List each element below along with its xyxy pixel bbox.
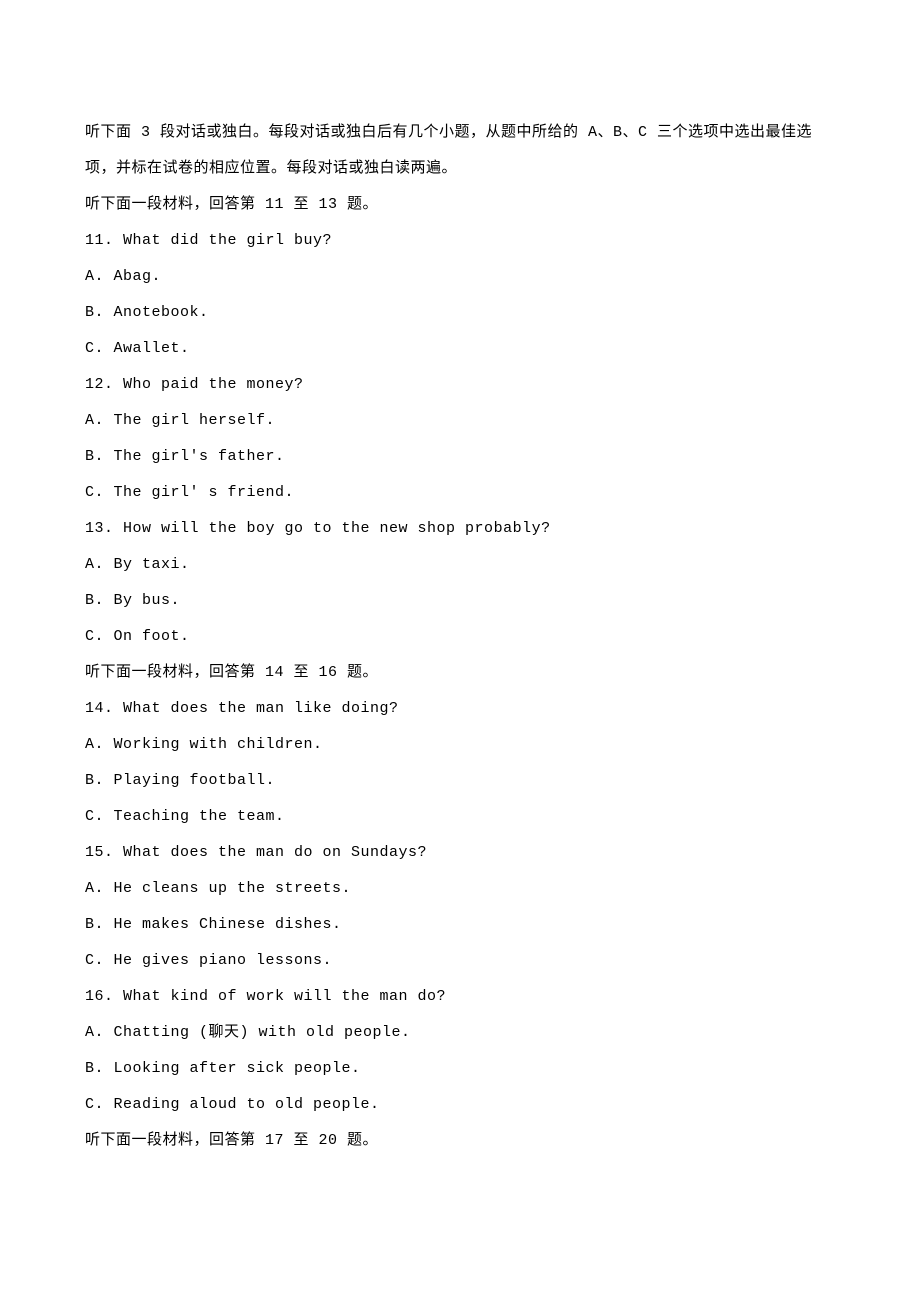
option-14-a: A. Working with children.	[85, 727, 835, 763]
option-16-a: A. Chatting (聊天) with old people.	[85, 1015, 835, 1051]
question-13: 13. How will the boy go to the new shop …	[85, 511, 835, 547]
option-14-b: B. Playing football.	[85, 763, 835, 799]
option-15-c: C. He gives piano lessons.	[85, 943, 835, 979]
instruction-line-2: 项，并标在试卷的相应位置。每段对话或独白读两遍。	[85, 151, 835, 187]
document-content: 听下面 3 段对话或独白。每段对话或独白后有几个小题，从题中所给的 A、B、C …	[85, 115, 835, 1159]
section-header-17-20: 听下面一段材料，回答第 17 至 20 题。	[85, 1123, 835, 1159]
question-12: 12. Who paid the money?	[85, 367, 835, 403]
option-15-b: B. He makes Chinese dishes.	[85, 907, 835, 943]
option-13-b: B. By bus.	[85, 583, 835, 619]
option-11-a: A. Abag.	[85, 259, 835, 295]
option-14-c: C. Teaching the team.	[85, 799, 835, 835]
option-16-c: C. Reading aloud to old people.	[85, 1087, 835, 1123]
option-12-a: A. The girl herself.	[85, 403, 835, 439]
option-12-c: C. The girl' s friend.	[85, 475, 835, 511]
option-11-b: B. Anotebook.	[85, 295, 835, 331]
option-11-c: C. Awallet.	[85, 331, 835, 367]
section-header-14-16: 听下面一段材料，回答第 14 至 16 题。	[85, 655, 835, 691]
option-16-b: B. Looking after sick people.	[85, 1051, 835, 1087]
instruction-line-1: 听下面 3 段对话或独白。每段对话或独白后有几个小题，从题中所给的 A、B、C …	[85, 115, 835, 151]
option-12-b: B. The girl's father.	[85, 439, 835, 475]
section-header-11-13: 听下面一段材料，回答第 11 至 13 题。	[85, 187, 835, 223]
option-13-c: C. On foot.	[85, 619, 835, 655]
question-16: 16. What kind of work will the man do?	[85, 979, 835, 1015]
question-11: 11. What did the girl buy?	[85, 223, 835, 259]
question-15: 15. What does the man do on Sundays?	[85, 835, 835, 871]
option-15-a: A. He cleans up the streets.	[85, 871, 835, 907]
option-13-a: A. By taxi.	[85, 547, 835, 583]
question-14: 14. What does the man like doing?	[85, 691, 835, 727]
